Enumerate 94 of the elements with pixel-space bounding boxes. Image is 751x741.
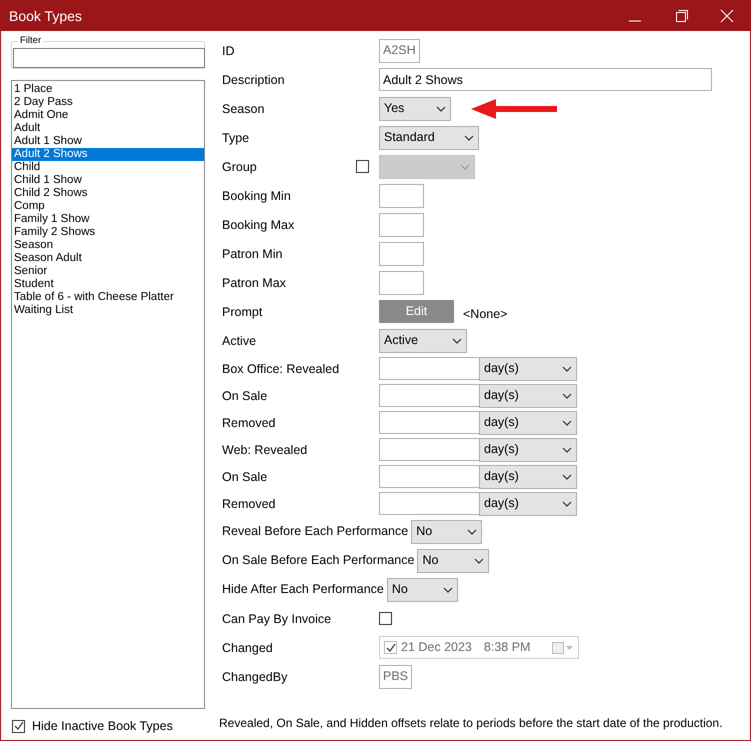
dropdown[interactable]: No (417, 548, 490, 572)
number-field[interactable] (379, 212, 424, 236)
chevron-icon (562, 446, 572, 452)
list-item[interactable]: Table of 6 - with Cheese Platter (12, 291, 204, 304)
field-label: ChangedBy (222, 670, 288, 684)
checkbox[interactable] (12, 720, 25, 733)
field-label: On Sale (222, 388, 268, 402)
field-label: Patron Min (222, 246, 282, 260)
field-label: Booking Max (222, 218, 294, 232)
list-item[interactable]: Family 2 Shows (12, 226, 204, 239)
chevron-icon (452, 338, 462, 344)
chevron-icon (474, 558, 484, 564)
date-text: 21 Dec 2023 (401, 639, 472, 656)
field-label: On Sale Before Each Performance (222, 552, 414, 570)
number-field[interactable] (379, 184, 424, 208)
field-label: Group (222, 160, 257, 174)
chevron-icon (562, 420, 572, 426)
list-item[interactable]: Season Adult (12, 252, 204, 265)
checkbox-label: Hide Inactive Book Types (32, 718, 173, 735)
field-label: Web: Revealed (222, 442, 308, 456)
checkbox[interactable] (384, 641, 397, 654)
chevron-icon (562, 474, 572, 480)
list-item[interactable]: Adult 1 Show (12, 135, 204, 148)
list-item[interactable]: Waiting List (12, 304, 204, 317)
chevron-icon (467, 528, 478, 534)
dropdown[interactable]: No (411, 520, 482, 544)
chevron-icon (562, 392, 572, 398)
list-item[interactable]: Family 1 Show (12, 213, 204, 226)
chevron-icon (460, 164, 470, 170)
offset-field[interactable] (379, 384, 479, 407)
footer-note: Revealed, On Sale, and Hidden offsets relate to periods before the start date of the production. (219, 715, 724, 732)
checkbox[interactable] (379, 612, 392, 625)
field-label: Type (222, 130, 250, 144)
list-item[interactable]: Adult 2 Shows (12, 148, 204, 161)
list-item[interactable]: 1 Place (12, 83, 204, 96)
dropdown[interactable]: day(s) (479, 438, 577, 462)
number-field[interactable] (379, 270, 424, 294)
list-item[interactable]: Student (12, 278, 204, 291)
dropdown[interactable]: No (386, 578, 458, 602)
field-label: Changed (222, 640, 273, 654)
calendar-icon (552, 642, 574, 654)
dropdown[interactable]: Active (379, 328, 467, 352)
field-label: Active (222, 334, 256, 348)
field-label: Season (222, 102, 264, 116)
chevron-icon (442, 586, 453, 592)
field-label: Removed (222, 496, 276, 510)
input-field[interactable]: Adult 2 Shows (379, 68, 712, 91)
readonly-field: A2SH (379, 38, 420, 62)
list-item[interactable]: Child 2 Shows (12, 187, 204, 200)
field-label: Description (222, 72, 285, 86)
field-label: Patron Max (222, 276, 286, 290)
dropdown[interactable]: day(s) (479, 464, 577, 488)
list-item[interactable]: Child 1 Show (12, 174, 204, 187)
date-time-picker[interactable]: 21 Dec 2023 8:38 PM (379, 636, 579, 659)
offset-field[interactable] (379, 411, 479, 434)
readonly-field: PBS (379, 664, 412, 688)
field-label: Hide After Each Performance (222, 581, 384, 598)
chevron-icon (562, 500, 572, 506)
window-title: Book Types (9, 6, 82, 26)
field-label: Reveal Before Each Performance (222, 523, 408, 540)
list-item[interactable]: Admit One (12, 109, 204, 122)
dropdown[interactable]: day(s) (479, 356, 577, 380)
dropdown[interactable]: day(s) (479, 410, 577, 434)
check-icon (14, 721, 24, 732)
field-label: Can Pay By Invoice (222, 612, 332, 626)
field-label: Booking Min (222, 188, 291, 202)
list-item[interactable]: Comp (12, 200, 204, 213)
field-label: Removed (222, 416, 276, 430)
field-label: Prompt (222, 304, 262, 318)
offset-field[interactable] (379, 492, 479, 515)
field-label: ID (222, 44, 234, 58)
prompt-value: <None> (463, 306, 508, 324)
offset-field[interactable] (379, 465, 479, 488)
offset-field[interactable] (379, 438, 479, 461)
chevron-icon (464, 134, 474, 140)
dropdown[interactable]: day(s) (479, 384, 577, 408)
offset-field[interactable] (379, 357, 479, 380)
time-text: 8:38 PM (484, 639, 530, 656)
chevron-icon (436, 106, 446, 112)
dropdown[interactable]: Yes (379, 96, 451, 120)
number-field[interactable] (379, 242, 424, 266)
list-item[interactable]: Child (12, 161, 204, 174)
list-item[interactable]: Season (12, 239, 204, 252)
edit-button[interactable]: Edit (379, 300, 454, 323)
chevron-icon (562, 366, 572, 372)
field-label: On Sale (222, 470, 268, 484)
dropdown[interactable]: Standard (379, 126, 479, 150)
field-label: Box Office: Revealed (222, 362, 340, 376)
filter-field[interactable] (13, 48, 205, 68)
list-item[interactable]: Senior (12, 265, 204, 278)
list-item[interactable]: Adult (12, 122, 204, 135)
check-icon (386, 642, 396, 652)
list-item[interactable]: 2 Day Pass (12, 96, 204, 109)
dropdown[interactable]: day(s) (479, 492, 577, 516)
